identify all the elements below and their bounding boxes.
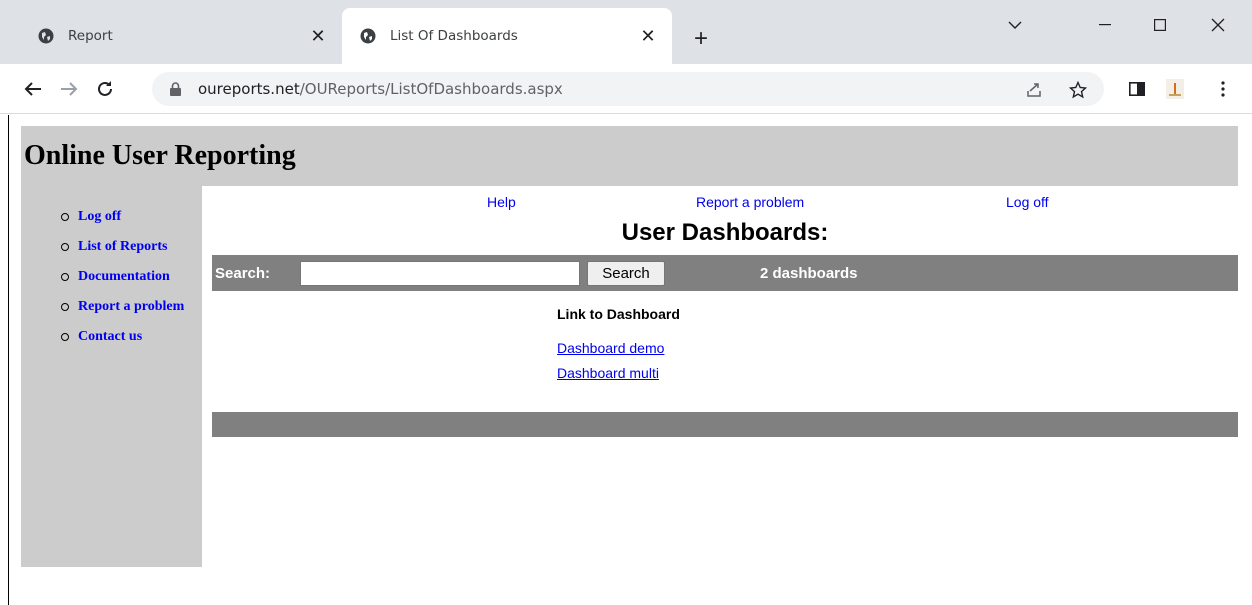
dashboard-link-multi[interactable]: Dashboard multi (557, 365, 659, 381)
globe-icon (360, 28, 376, 44)
globe-icon (38, 28, 54, 44)
help-link[interactable]: Help (487, 194, 516, 210)
sidebar-item-contact-us: Contact us (61, 329, 184, 359)
tab-search-button[interactable] (992, 10, 1038, 40)
tab-title: List Of Dashboards (390, 28, 518, 44)
close-icon (1211, 18, 1225, 32)
arrow-right-icon (61, 82, 78, 96)
page-divider (8, 115, 9, 605)
sidebar-menu: Log off List of Reports Documentation Re… (61, 209, 184, 359)
tab-list-of-dashboards[interactable]: List Of Dashboards ✕ (342, 8, 672, 64)
site-title: Online User Reporting (24, 140, 296, 171)
search-label: Search: (215, 265, 271, 282)
tab-report[interactable]: Report ✕ (20, 8, 342, 64)
forward-button[interactable] (56, 76, 82, 102)
url-text: oureports.net/OUReports/ListOfDashboards… (198, 72, 563, 106)
bullet-icon (61, 333, 69, 341)
sidebar-link-list-of-reports[interactable]: List of Reports (78, 239, 167, 255)
page-title: User Dashboards: (621, 219, 829, 246)
menu-button[interactable] (1210, 76, 1236, 102)
address-bar[interactable]: oureports.net/OUReports/ListOfDashboards… (152, 72, 1104, 106)
report-problem-link[interactable]: Report a problem (696, 194, 804, 210)
sidebar-link-documentation[interactable]: Documentation (78, 269, 170, 285)
new-tab-button[interactable]: + (688, 26, 714, 52)
side-panel-icon (1129, 82, 1145, 96)
sidebar-item-documentation: Documentation (61, 269, 184, 299)
url-path: /OUReports/ListOfDashboards.aspx (299, 80, 563, 98)
close-tab-icon[interactable]: ✕ (638, 26, 658, 46)
more-vert-icon (1221, 81, 1225, 97)
sidebar-link-report-problem[interactable]: Report a problem (78, 299, 184, 315)
bullet-icon (61, 213, 69, 221)
search-input[interactable] (300, 261, 580, 286)
sidebar-item-list-of-reports: List of Reports (61, 239, 184, 269)
bullet-icon (61, 243, 69, 251)
table-footer-bar (212, 412, 1238, 437)
share-icon[interactable] (1024, 80, 1044, 100)
url-host: oureports.net (198, 80, 300, 98)
minimize-button[interactable] (1082, 10, 1128, 40)
sidebar-item-report-problem: Report a problem (61, 299, 184, 329)
browser-tabstrip: Report ✕ List Of Dashboards ✕ + (0, 0, 1252, 64)
maximize-button[interactable] (1137, 10, 1183, 40)
close-window-button[interactable] (1195, 10, 1241, 40)
bullet-icon (61, 273, 69, 281)
reload-icon (98, 81, 112, 96)
sidebar: Log off List of Reports Documentation Re… (21, 186, 202, 567)
arrow-left-icon (24, 82, 41, 96)
sidebar-item-log-off: Log off (61, 209, 184, 239)
close-tab-icon[interactable]: ✕ (308, 26, 328, 46)
side-panel-button[interactable] (1124, 76, 1150, 102)
bullet-icon (61, 303, 69, 311)
back-button[interactable] (20, 76, 46, 102)
site-header: Online User Reporting (21, 126, 1238, 186)
bookmark-star-icon[interactable] (1068, 80, 1088, 100)
profile-avatar[interactable] (1162, 76, 1188, 102)
chevron-down-icon (1008, 21, 1022, 29)
dashboard-link-demo[interactable]: Dashboard demo (557, 340, 664, 356)
lock-icon (170, 82, 181, 96)
maximize-icon (1154, 19, 1166, 31)
browser-toolbar: oureports.net/OUReports/ListOfDashboards… (0, 64, 1252, 114)
tab-title: Report (68, 28, 113, 44)
dashboard-count: 2 dashboards (760, 265, 858, 282)
minimize-icon (1099, 24, 1111, 26)
extension-icon (1166, 79, 1184, 99)
search-button[interactable]: Search (587, 261, 665, 286)
reload-button[interactable] (92, 76, 118, 102)
column-header: Link to Dashboard (557, 306, 680, 322)
page-viewport: Online User Reporting Log off List of Re… (0, 115, 1252, 605)
sidebar-link-log-off[interactable]: Log off (78, 209, 121, 225)
log-off-link[interactable]: Log off (1006, 194, 1049, 210)
sidebar-link-contact-us[interactable]: Contact us (78, 329, 142, 345)
search-bar: Search: Search 2 dashboards (212, 255, 1238, 291)
